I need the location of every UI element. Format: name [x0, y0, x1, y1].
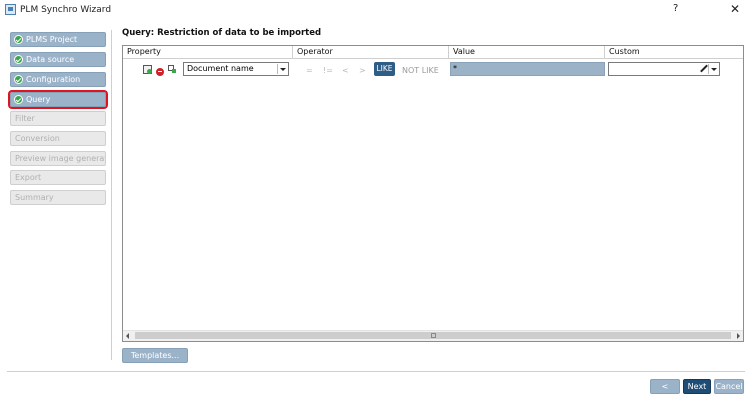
check-icon	[14, 35, 23, 44]
operator-greater-than[interactable]: >	[359, 66, 366, 75]
help-button[interactable]: ?	[673, 3, 678, 14]
scroll-left-icon[interactable]	[126, 333, 129, 339]
operator-like[interactable]: LIKE	[374, 62, 395, 76]
step-configuration[interactable]: Configuration	[10, 72, 106, 87]
custom-input[interactable]	[608, 62, 720, 76]
window-title: PLM Synchro Wizard	[20, 5, 112, 15]
step-data-source[interactable]: Data source	[10, 52, 106, 67]
column-header-value[interactable]: Value	[449, 46, 605, 59]
value-input[interactable]: *	[450, 62, 605, 76]
column-header-property[interactable]: Property	[123, 46, 293, 59]
back-button[interactable]: < Back	[650, 379, 680, 404]
page-title: Query: Restriction of data to be importe…	[122, 28, 322, 38]
footer-divider	[7, 371, 745, 372]
step-preview-image-generation[interactable]: Preview image generation	[10, 151, 106, 166]
add-condition-icon[interactable]	[143, 65, 152, 74]
query-grid: Property Operator Value Custom Document …	[122, 45, 744, 342]
step-filter[interactable]: Filter	[10, 111, 106, 126]
operator-less-than[interactable]: <	[342, 66, 349, 75]
sidebar-divider	[111, 30, 112, 360]
scrollbar-thumb[interactable]	[135, 332, 731, 339]
check-icon	[14, 55, 23, 64]
app-icon	[5, 4, 16, 15]
delete-condition-icon[interactable]	[156, 68, 164, 76]
step-plms-project[interactable]: PLMS Project	[10, 32, 106, 47]
scroll-right-icon[interactable]	[737, 333, 740, 339]
chevron-down-icon[interactable]	[277, 64, 287, 74]
property-select[interactable]: Document name	[183, 62, 289, 76]
step-export[interactable]: Export	[10, 170, 106, 185]
operator-not-like[interactable]: NOT LIKE	[402, 66, 439, 75]
add-subcondition-icon[interactable]	[168, 65, 177, 74]
step-conversion[interactable]: Conversion	[10, 131, 106, 146]
close-button[interactable]: ✕	[730, 2, 740, 16]
cancel-button[interactable]: Cancel	[714, 379, 744, 394]
column-header-operator[interactable]: Operator	[293, 46, 449, 59]
pencil-icon[interactable]	[700, 65, 707, 72]
grip-icon	[431, 333, 436, 338]
horizontal-scrollbar[interactable]	[123, 330, 743, 341]
step-summary[interactable]: Summary	[10, 190, 106, 205]
check-icon	[14, 75, 23, 84]
column-header-custom[interactable]: Custom	[605, 46, 743, 59]
chevron-down-icon[interactable]	[708, 64, 718, 74]
operator-not-equals[interactable]: !=	[323, 66, 333, 75]
check-icon	[14, 95, 23, 104]
title-bar: PLM Synchro Wizard ? ✕	[0, 0, 750, 22]
next-button[interactable]: Next >	[683, 379, 711, 404]
operator-equals[interactable]: =	[306, 66, 313, 75]
property-select-value: Document name	[187, 64, 254, 73]
templates-button[interactable]: Templates...	[122, 348, 188, 363]
step-query[interactable]: Query	[8, 90, 108, 109]
